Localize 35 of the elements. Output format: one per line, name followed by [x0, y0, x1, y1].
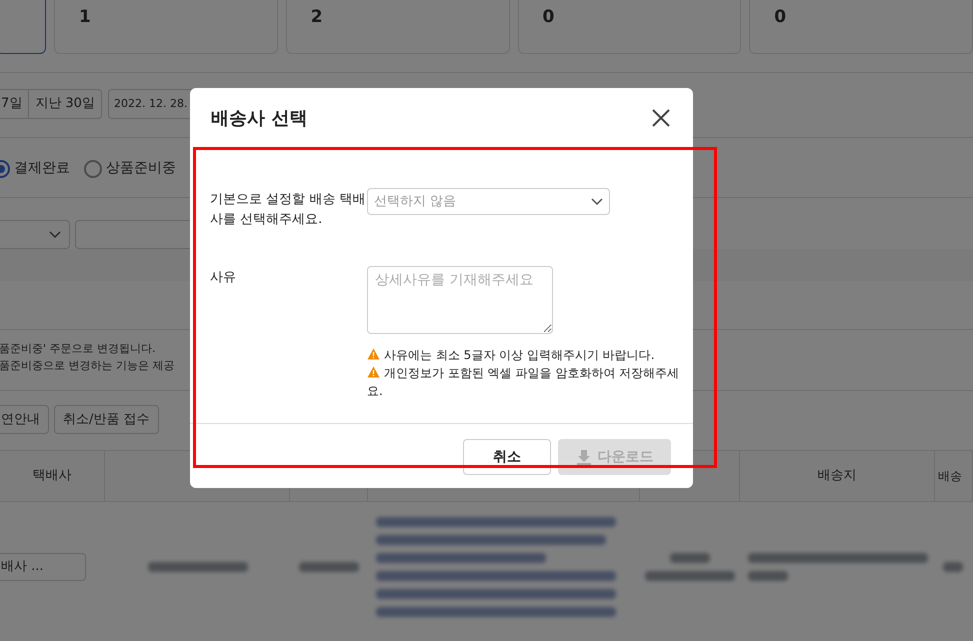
- radio-button[interactable]: [84, 160, 102, 178]
- courier-dropdown[interactable]: 선택하지 않음: [367, 188, 610, 215]
- field-label: 기본으로 설정할 배송 택배사를 선택해주세요.: [210, 191, 366, 229]
- summary-card[interactable]: [0, 0, 46, 54]
- date-range-button[interactable]: 7일: [0, 90, 28, 118]
- action-button[interactable]: 연안내: [0, 405, 49, 434]
- blurred-text: [299, 562, 359, 572]
- notice-text: 품준비중' 주문으로 변경됩니다.: [0, 341, 156, 357]
- column-header: 택배사: [0, 451, 105, 501]
- summary-card[interactable]: 2: [286, 0, 510, 54]
- warning-text: 사유에는 최소 5글자 이상 입력해주시기 바랍니다.: [367, 346, 682, 364]
- warning-icon: [367, 366, 380, 378]
- date-range-button[interactable]: 지난 30일: [28, 90, 101, 118]
- blurred-text: [943, 562, 963, 572]
- download-icon: [576, 449, 592, 465]
- summary-card[interactable]: 0: [749, 0, 973, 54]
- radio-label: 상품준비중: [106, 159, 176, 178]
- blurred-text: [670, 553, 710, 563]
- chevron-down-icon: [591, 198, 603, 206]
- warning-icon: [367, 348, 380, 360]
- reason-field[interactable]: 상세사유를 기재해주세요: [367, 266, 553, 334]
- radio-label: 결제완료: [14, 159, 70, 178]
- action-button[interactable]: 취소/반품 접수: [54, 405, 159, 434]
- courier-select[interactable]: 배사 ...: [0, 553, 86, 581]
- column-header: 배송지: [740, 451, 935, 501]
- column-header: 배송: [935, 451, 973, 501]
- close-button[interactable]: [650, 107, 672, 129]
- summary-card[interactable]: 1: [54, 0, 278, 54]
- summary-card[interactable]: 0: [518, 0, 742, 54]
- chevron-down-icon: [49, 230, 61, 238]
- blurred-text: [748, 571, 788, 581]
- cancel-button[interactable]: 취소: [463, 439, 551, 475]
- warning-text: 개인정보가 포함된 엑셀 파일을 암호화하여 저장해주세요.: [367, 365, 680, 400]
- field-label: 사유: [210, 269, 237, 287]
- notice-text: 품준비중으로 변경하는 기능은 제공: [0, 358, 174, 374]
